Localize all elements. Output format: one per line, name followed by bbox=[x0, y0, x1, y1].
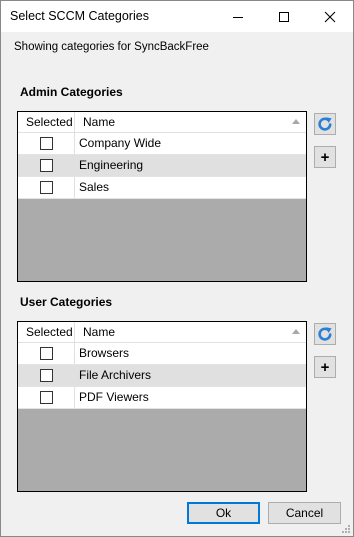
row-checkbox[interactable] bbox=[40, 159, 53, 172]
selected-cell bbox=[18, 387, 75, 408]
row-checkbox[interactable] bbox=[40, 391, 53, 404]
dialog-window: Select SCCM Categories Showing categorie… bbox=[0, 0, 354, 537]
table-row[interactable]: Company Wide bbox=[18, 133, 306, 155]
grid-header: Selected Name bbox=[18, 112, 306, 133]
refresh-icon bbox=[318, 117, 332, 131]
grid-header: Selected Name bbox=[18, 322, 306, 343]
minimize-button[interactable] bbox=[215, 1, 261, 32]
row-checkbox[interactable] bbox=[40, 181, 53, 194]
add-label: + bbox=[320, 358, 330, 376]
table-row[interactable]: Engineering bbox=[18, 155, 306, 177]
selected-cell bbox=[18, 133, 75, 154]
row-checkbox[interactable] bbox=[40, 137, 53, 150]
admin-add-button[interactable]: + bbox=[314, 146, 336, 168]
selected-cell bbox=[18, 177, 75, 198]
category-name: Company Wide bbox=[79, 136, 162, 150]
table-row[interactable]: Browsers bbox=[18, 343, 306, 365]
column-header-name-label: Name bbox=[83, 115, 116, 129]
close-icon bbox=[324, 11, 336, 22]
category-name: Engineering bbox=[79, 158, 144, 172]
resize-grip-icon[interactable] bbox=[341, 524, 351, 534]
cancel-button[interactable]: Cancel bbox=[268, 502, 341, 524]
close-button[interactable] bbox=[307, 1, 353, 32]
minimize-icon bbox=[233, 16, 243, 18]
admin-categories-grid[interactable]: Selected Name Company Wide Engineering S… bbox=[17, 111, 307, 282]
category-name: Browsers bbox=[79, 346, 130, 360]
table-row[interactable]: File Archivers bbox=[18, 365, 306, 387]
sort-ascending-icon bbox=[292, 119, 300, 124]
user-refresh-button[interactable] bbox=[314, 323, 336, 345]
table-row[interactable]: Sales bbox=[18, 177, 306, 199]
row-checkbox[interactable] bbox=[40, 347, 53, 360]
admin-categories-label: Admin Categories bbox=[20, 85, 123, 99]
column-header-name[interactable]: Name bbox=[75, 112, 306, 133]
selected-cell bbox=[18, 343, 75, 364]
ok-button[interactable]: Ok bbox=[187, 502, 260, 524]
column-header-selected[interactable]: Selected bbox=[18, 112, 75, 133]
user-categories-grid[interactable]: Selected Name Browsers File Archivers PD… bbox=[17, 321, 307, 492]
selected-cell bbox=[18, 365, 75, 386]
add-label: + bbox=[320, 148, 330, 166]
row-checkbox[interactable] bbox=[40, 369, 53, 382]
maximize-icon bbox=[279, 11, 289, 22]
user-categories-label: User Categories bbox=[20, 295, 113, 309]
selected-cell bbox=[18, 155, 75, 176]
window-title: Select SCCM Categories bbox=[10, 9, 149, 23]
title-bar[interactable]: Select SCCM Categories bbox=[1, 1, 353, 32]
category-name: File Archivers bbox=[79, 368, 152, 382]
category-name: Sales bbox=[79, 180, 110, 194]
refresh-icon bbox=[318, 327, 332, 341]
column-header-name[interactable]: Name bbox=[75, 322, 306, 343]
user-add-button[interactable]: + bbox=[314, 356, 336, 378]
admin-refresh-button[interactable] bbox=[314, 113, 336, 135]
column-header-name-label: Name bbox=[83, 325, 116, 339]
table-row[interactable]: PDF Viewers bbox=[18, 387, 306, 409]
sort-ascending-icon bbox=[292, 329, 300, 334]
subtitle-text: Showing categories for SyncBackFree bbox=[14, 41, 209, 53]
category-name: PDF Viewers bbox=[79, 390, 149, 404]
maximize-button[interactable] bbox=[261, 1, 307, 32]
column-header-selected[interactable]: Selected bbox=[18, 322, 75, 343]
